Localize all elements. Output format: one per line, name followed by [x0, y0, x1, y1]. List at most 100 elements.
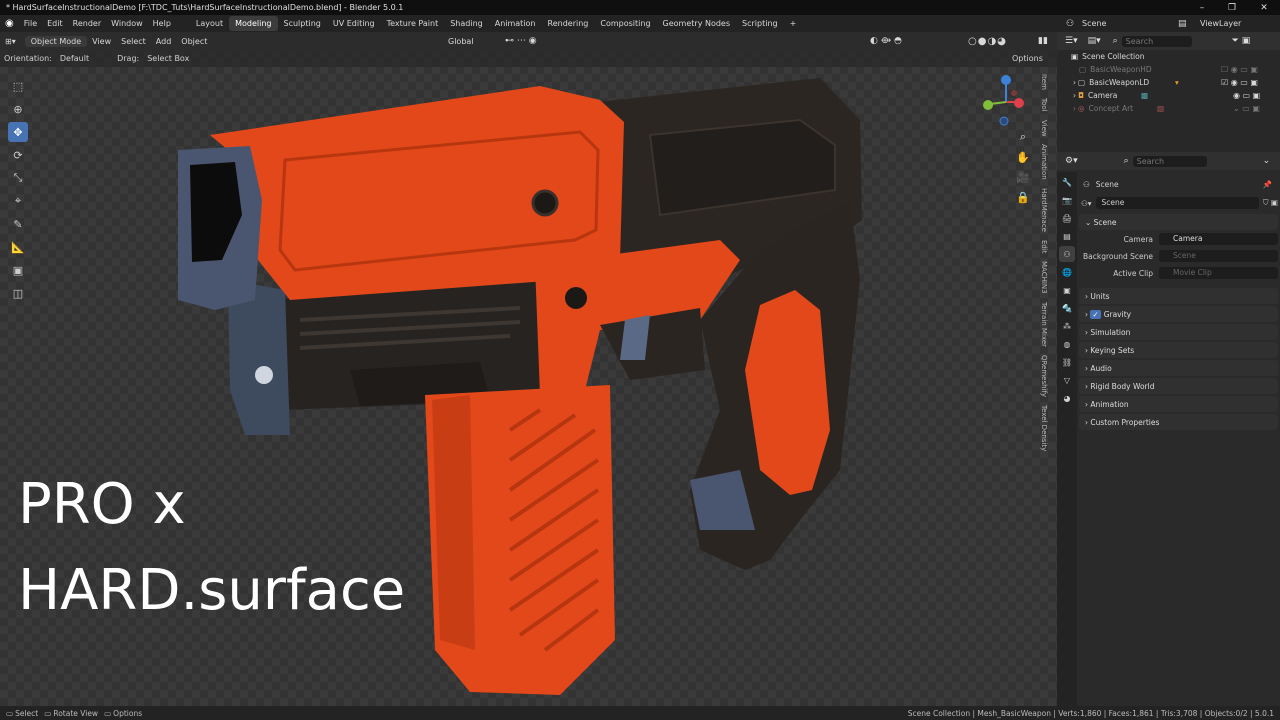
navigation-gizmo[interactable] — [976, 72, 1036, 132]
tab-view[interactable]: View — [1040, 116, 1048, 141]
select-box-tool-icon[interactable]: ⬚ — [8, 76, 28, 96]
visibility-toggles-icon[interactable]: ⌄ ▭ ▣ — [1233, 104, 1260, 113]
menu-view[interactable]: View — [87, 37, 116, 46]
section-units[interactable]: › Units — [1079, 288, 1278, 304]
tab-geometry-nodes[interactable]: Geometry Nodes — [657, 16, 736, 31]
properties-search-input[interactable]: Search — [1132, 155, 1207, 167]
render-tab-icon[interactable]: 📷 — [1059, 192, 1075, 208]
particles-tab-icon[interactable]: ⁂ — [1059, 318, 1075, 334]
tab-item[interactable]: Item — [1040, 70, 1048, 94]
camera-view-icon[interactable]: 🎥 — [1015, 169, 1031, 185]
menu-object[interactable]: Object — [176, 37, 212, 46]
menu-add[interactable]: Add — [151, 37, 177, 46]
tab-texture-paint[interactable]: Texture Paint — [381, 16, 445, 31]
output-tab-icon[interactable]: 🖨 — [1059, 210, 1075, 226]
material-tab-icon[interactable]: ◕ — [1059, 390, 1075, 406]
outliner-search-input[interactable]: Search — [1121, 35, 1192, 47]
tab-scripting[interactable]: Scripting — [736, 16, 784, 31]
section-custom-properties[interactable]: › Custom Properties — [1079, 414, 1278, 430]
pin-icon[interactable]: 📌 — [1263, 180, 1272, 189]
scene-tab-icon[interactable]: ⚇ — [1059, 246, 1075, 262]
section-keying-sets[interactable]: › Keying Sets — [1079, 342, 1278, 358]
pan-hand-icon[interactable]: ✋ — [1015, 149, 1031, 165]
outliner-item[interactable]: ▢ BasicWeaponHD ☐ ◉ ▭ ▣ — [1057, 63, 1280, 76]
visibility-toggles-icon[interactable]: ☑ ◉ ▭ ▣ — [1221, 78, 1258, 87]
menu-file[interactable]: File — [19, 19, 42, 28]
transform-orientation[interactable]: Global — [448, 37, 474, 46]
extra-tool-icon[interactable]: ◫ — [8, 283, 28, 303]
scene-datablock[interactable]: ⚇▾ Scene ⛉ ▣ — [1079, 196, 1278, 210]
shading-modes-icon[interactable]: ○●◑◕ — [968, 36, 1007, 47]
chevron-down-icon[interactable]: ⌄ — [1263, 156, 1271, 166]
zoom-icon[interactable]: ⌕ — [1015, 129, 1031, 145]
gravity-checkbox[interactable]: ✓ — [1090, 309, 1101, 319]
menu-help[interactable]: Help — [148, 19, 176, 28]
tab-terrain-mixer[interactable]: Terrain Mixer — [1040, 298, 1048, 351]
mode-selector[interactable]: Object Mode — [24, 35, 88, 47]
view-layer-selector[interactable]: ViewLayer — [1200, 19, 1241, 28]
tab-tool[interactable]: Tool — [1040, 94, 1048, 116]
tab-modeling[interactable]: Modeling — [229, 16, 278, 31]
lock-icon[interactable]: 🔒 — [1015, 189, 1031, 205]
expand-chevron-icon[interactable]: › — [1073, 104, 1076, 113]
modifier-tab-icon[interactable]: 🔩 — [1059, 300, 1075, 316]
tab-sculpting[interactable]: Sculpting — [278, 16, 327, 31]
menu-window[interactable]: Window — [106, 19, 148, 28]
maximize-button[interactable]: ❐ — [1218, 0, 1246, 15]
tab-animation[interactable]: Animation — [489, 16, 542, 31]
orientation-dropdown[interactable]: Default — [56, 54, 93, 63]
drag-dropdown[interactable]: Select Box — [143, 54, 193, 63]
close-button[interactable]: ✕ — [1250, 0, 1278, 15]
annotate-tool-icon[interactable]: ✎ — [8, 214, 28, 234]
3d-viewport[interactable]: ⬚ ⊕ ✥ ⟳ ⤡ ⌖ ✎ 📐 ▣ ◫ PRO x HARD.surface ⌕… — [0, 50, 1057, 706]
menu-edit[interactable]: Edit — [42, 19, 68, 28]
tab-machin3[interactable]: MACHIN3 — [1040, 257, 1048, 298]
visibility-toggles-icon[interactable]: ◉ ▭ ▣ — [1233, 91, 1260, 100]
section-audio[interactable]: › Audio — [1079, 360, 1278, 376]
editor-type-icon[interactable]: ⊞▾ — [0, 37, 21, 46]
blender-logo-icon[interactable]: ◉ — [0, 18, 19, 29]
outliner-root[interactable]: ▣ Scene Collection — [1057, 50, 1280, 63]
section-rigid-body-world[interactable]: › Rigid Body World — [1079, 378, 1278, 394]
tab-layout[interactable]: Layout — [190, 16, 229, 31]
tool-tab-icon[interactable]: 🔧 — [1059, 174, 1075, 190]
constraints-tab-icon[interactable]: ⛓ — [1059, 354, 1075, 370]
outliner-item[interactable]: › ◎ Concept Art ▧ ⌄ ▭ ▣ — [1057, 102, 1280, 115]
outliner-item[interactable]: › ◘ Camera ▩ ◉ ▭ ▣ — [1057, 89, 1280, 102]
tab-compositing[interactable]: Compositing — [594, 16, 656, 31]
sidebar-toggle-icon[interactable]: ▮▮ — [1038, 36, 1048, 46]
rotate-tool-icon[interactable]: ⟳ — [8, 145, 28, 165]
tab-edit[interactable]: Edit — [1040, 236, 1048, 258]
outliner-editor-icon[interactable]: ☰▾ — [1065, 36, 1078, 46]
move-tool-icon[interactable]: ✥ — [8, 122, 28, 142]
tab-texel-density[interactable]: Texel Density — [1040, 401, 1048, 455]
datablock-icons[interactable]: ⛉ ▣ — [1263, 198, 1278, 208]
tab-hardmenace[interactable]: HardMenace — [1040, 184, 1048, 236]
menu-select[interactable]: Select — [116, 37, 151, 46]
tab-shading[interactable]: Shading — [444, 16, 489, 31]
visibility-icon[interactable]: ◐ ⟴ ◓ — [870, 36, 902, 46]
view-layer-tab-icon[interactable]: ▤ — [1059, 228, 1075, 244]
section-animation[interactable]: › Animation — [1079, 396, 1278, 412]
active-clip-input[interactable]: Movie Clip — [1159, 267, 1278, 279]
expand-chevron-icon[interactable]: › — [1073, 91, 1076, 100]
data-tab-icon[interactable]: ▽ — [1059, 372, 1075, 388]
transform-tool-icon[interactable]: ⌖ — [8, 191, 28, 211]
scene-name-input[interactable]: Scene — [1095, 197, 1259, 209]
scene-selector[interactable]: Scene — [1082, 19, 1106, 28]
cursor-tool-icon[interactable]: ⊕ — [8, 99, 28, 119]
camera-input[interactable]: Camera — [1159, 233, 1278, 245]
world-tab-icon[interactable]: 🌐 — [1059, 264, 1075, 280]
object-tab-icon[interactable]: ▣ — [1059, 282, 1075, 298]
tab-uv-editing[interactable]: UV Editing — [327, 16, 381, 31]
options-dropdown[interactable]: Options — [1008, 54, 1047, 63]
filter-icon[interactable]: ⏷ ▣ — [1232, 36, 1251, 46]
section-gravity[interactable]: › ✓ Gravity — [1079, 306, 1278, 322]
menu-render[interactable]: Render — [68, 19, 106, 28]
visibility-toggles-icon[interactable]: ☐ ◉ ▭ ▣ — [1221, 65, 1258, 74]
tab-rendering[interactable]: Rendering — [542, 16, 595, 31]
add-workspace-button[interactable]: + — [784, 16, 803, 31]
properties-editor-icon[interactable]: ⚙▾ — [1065, 156, 1078, 166]
section-simulation[interactable]: › Simulation — [1079, 324, 1278, 340]
tab-animation[interactable]: Animation — [1040, 140, 1048, 184]
